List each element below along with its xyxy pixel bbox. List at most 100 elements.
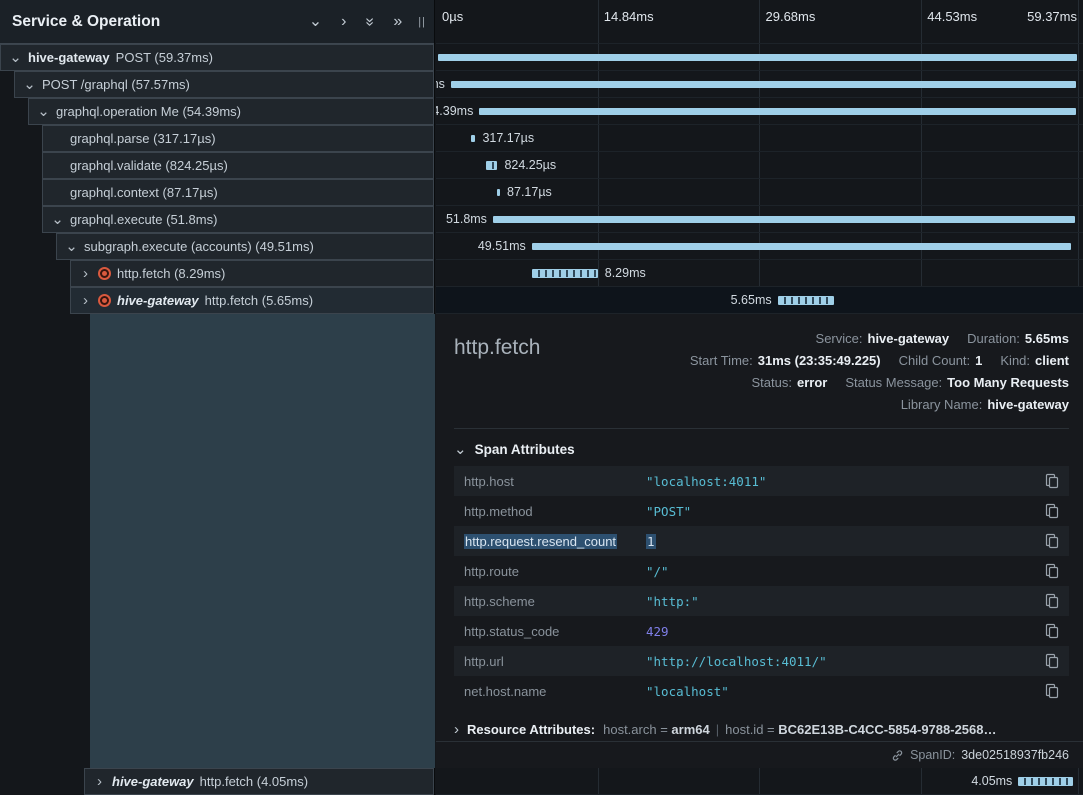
equals-sign: =: [763, 722, 778, 737]
span-bar[interactable]: [493, 216, 1075, 223]
meta-value: Too Many Requests: [947, 375, 1069, 390]
meta-key: Status Message:: [845, 375, 942, 390]
timeline-row: 5.65ms: [436, 287, 1083, 314]
attribute-value: "/": [646, 564, 1035, 579]
resource-value: arm64: [671, 722, 709, 737]
tree-row[interactable]: ⌄ subgraph.execute (accounts) (49.51ms): [56, 233, 434, 260]
attribute-key: net.host.name: [464, 684, 646, 699]
copy-icon: [1045, 683, 1059, 699]
copy-button[interactable]: [1035, 683, 1059, 699]
span-label: graphql.execute (51.8ms): [70, 212, 217, 227]
attribute-value: "http://localhost:4011/": [646, 654, 1035, 669]
spanid-label: SpanID:: [910, 748, 955, 762]
bar-duration-label: 51.8ms: [446, 206, 487, 232]
span-name: http.fetch: [454, 336, 540, 360]
timeline-row: 49.51ms: [436, 233, 1083, 260]
span-attributes-section-toggle[interactable]: ⌄ Span Attributes: [436, 429, 1083, 466]
tree-row[interactable]: ›hive-gatewayhttp.fetch (5.65ms): [70, 287, 434, 314]
chevron-right-icon[interactable]: ›: [341, 14, 346, 30]
meta-pair: Status Message: Too Many Requests: [845, 372, 1069, 394]
link-icon[interactable]: [891, 749, 904, 762]
span-label: http.fetch (5.65ms): [205, 293, 313, 308]
tree-row[interactable]: › hive-gateway http.fetch (4.05ms): [84, 768, 434, 795]
chevron-right-icon[interactable]: ›: [93, 768, 106, 795]
bar-duration-label: 824.25µs: [504, 152, 556, 178]
copy-icon: [1045, 533, 1059, 549]
meta-value: client: [1035, 353, 1069, 368]
trace-viewer: Service & Operation ⌄›»» || ⌄hive-gatewa…: [0, 0, 1083, 795]
span-bar[interactable]: [497, 189, 500, 196]
error-icon: [98, 267, 111, 280]
span-label: POST /graphql (57.57ms): [42, 77, 190, 92]
attribute-row: http.url"http://localhost:4011/": [454, 646, 1069, 676]
timeline-row: [436, 44, 1083, 71]
selected-span-region: [90, 314, 435, 768]
copy-button[interactable]: [1035, 473, 1059, 489]
attribute-row: http.route"/": [454, 556, 1069, 586]
span-bar[interactable]: [479, 108, 1076, 115]
chevron-down-icon[interactable]: ⌄: [51, 206, 64, 233]
tree-row[interactable]: ›http.fetch (8.29ms): [70, 260, 434, 287]
expand-all-icon[interactable]: »: [393, 14, 402, 30]
copy-button[interactable]: [1035, 623, 1059, 639]
attribute-value: "http:": [646, 594, 1035, 609]
attribute-row: http.method"POST": [454, 496, 1069, 526]
service-name: hive-gateway: [112, 774, 194, 789]
span-bar[interactable]: [471, 135, 476, 142]
attribute-value: "POST": [646, 504, 1035, 519]
copy-button[interactable]: [1035, 593, 1059, 609]
span-label: http.fetch (4.05ms): [200, 774, 308, 789]
attribute-value: 1: [646, 534, 1035, 549]
timeline-ruler: 0µs14.84ms29.68ms44.53ms59.37ms: [436, 0, 1083, 44]
span-label: graphql.operation Me (54.39ms): [56, 104, 241, 119]
tree-row[interactable]: ⌄ POST /graphql (57.57ms): [14, 71, 434, 98]
tree-row[interactable]: graphql.context (87.17µs): [42, 179, 434, 206]
meta-pair: Service:hive-gateway: [816, 328, 950, 350]
collapse-all-icon[interactable]: »: [362, 17, 378, 26]
span-bar[interactable]: [451, 81, 1076, 88]
chevron-down-icon[interactable]: ⌄: [37, 98, 50, 125]
tree-row[interactable]: graphql.validate (824.25µs): [42, 152, 434, 179]
copy-button[interactable]: [1035, 563, 1059, 579]
span-meta: Service:hive-gatewayDuration:5.65msStart…: [690, 328, 1069, 416]
chevron-down-icon[interactable]: ⌄: [23, 71, 36, 98]
copy-icon: [1045, 503, 1059, 519]
span-bar[interactable]: [486, 161, 497, 170]
tree-row[interactable]: ⌄ graphql.execute (51.8ms): [42, 206, 434, 233]
error-icon: [98, 294, 111, 307]
timeline-row: 54.39ms: [436, 98, 1083, 125]
chevron-right-icon[interactable]: ›: [79, 260, 92, 287]
resource-attributes-summary: host.arch = arm64|host.id = BC62E13B-C4C…: [603, 722, 996, 737]
span-label: subgraph.execute (accounts) (49.51ms): [84, 239, 314, 254]
bar-duration-label: 8.29ms: [605, 260, 646, 286]
chevron-right-icon[interactable]: ›: [79, 287, 92, 314]
span-bar[interactable]: [438, 54, 1077, 61]
meta-pair: Duration:5.65ms: [967, 328, 1069, 350]
tree-row[interactable]: graphql.parse (317.17µs): [42, 125, 434, 152]
timeline-row: 824.25µs: [436, 152, 1083, 179]
span-bar[interactable]: [532, 243, 1072, 250]
copy-button[interactable]: [1035, 653, 1059, 669]
chevron-right-icon: ›: [454, 722, 459, 737]
chevron-down-icon[interactable]: ⌄: [9, 44, 22, 71]
bar-duration-label: 87.17µs: [507, 179, 552, 205]
selected-text: 1: [646, 534, 656, 549]
resource-attributes-section-toggle[interactable]: › Resource Attributes: host.arch = arm64…: [436, 706, 1083, 737]
copy-button[interactable]: [1035, 533, 1059, 549]
chevron-down-icon[interactable]: ⌄: [65, 233, 78, 260]
attribute-value: "localhost": [646, 684, 1035, 699]
tree-row[interactable]: ⌄ graphql.operation Me (54.39ms): [28, 98, 434, 125]
timeline-row: 4.05ms: [436, 768, 1083, 795]
span-bar[interactable]: [778, 296, 834, 305]
meta-key: Child Count:: [899, 353, 971, 368]
meta-line: Library Name:hive-gateway: [901, 394, 1069, 416]
copy-button[interactable]: [1035, 503, 1059, 519]
attribute-key: http.status_code: [464, 624, 646, 639]
panel-resize-handle[interactable]: ||: [418, 16, 426, 28]
tree-header: Service & Operation ⌄›»» ||: [0, 0, 434, 44]
span-bar[interactable]: [1018, 777, 1072, 786]
tree-row[interactable]: ⌄hive-gatewayPOST (59.37ms): [0, 44, 434, 71]
service-name: hive-gateway: [28, 50, 110, 65]
chevron-down-icon[interactable]: ⌄: [309, 14, 322, 30]
span-bar[interactable]: [532, 269, 598, 278]
